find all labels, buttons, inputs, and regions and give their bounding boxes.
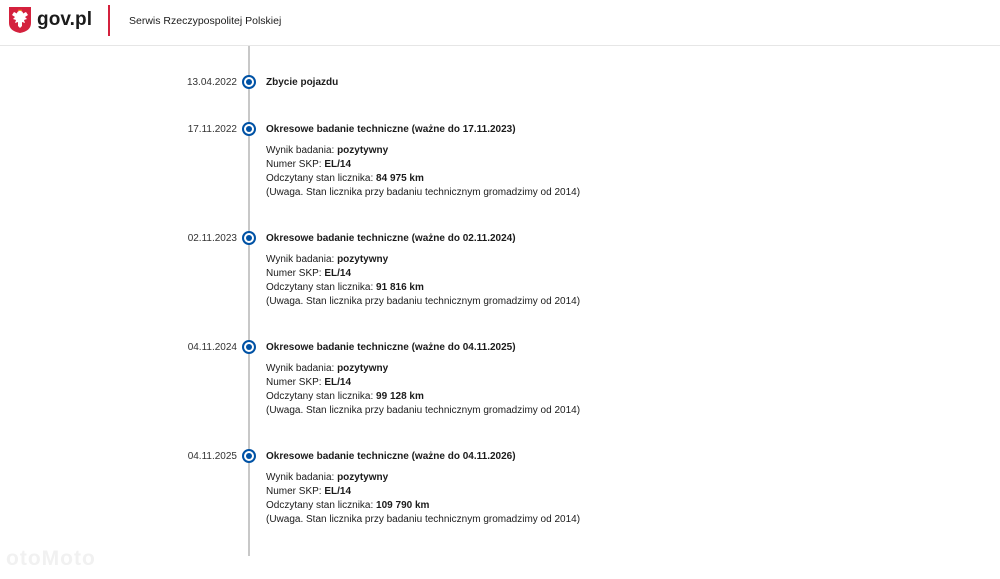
event-date: 04.11.2024 — [187, 342, 237, 353]
odometer-line: Odczytany stan licznika: 109 790 km — [266, 499, 580, 513]
service-name: Serwis Rzeczypospolitej Polskiej — [129, 15, 282, 27]
odometer-value: 99 128 km — [376, 391, 424, 402]
timeline-dot-icon — [242, 122, 256, 136]
result-line: Wynik badania: pozytywny — [266, 144, 580, 158]
event-title: Okresowe badanie techniczne (ważne do 17… — [266, 124, 516, 135]
result-label: Wynik badania: — [266, 145, 335, 156]
odometer-line: Odczytany stan licznika: 91 816 km — [266, 281, 580, 295]
result-value: pozytywny — [337, 363, 389, 374]
result-value: pozytywny — [337, 145, 389, 156]
skp-line: Numer SKP: EL/14 — [266, 485, 580, 499]
event-date: 13.04.2022 — [186, 77, 237, 88]
skp-value: EL/14 — [324, 486, 352, 497]
result-label: Wynik badania: — [266, 472, 335, 483]
event-title: Zbycie pojazdu — [266, 77, 339, 88]
timeline-dot-icon — [242, 231, 256, 245]
event-date: 04.11.2025 — [187, 451, 237, 462]
event-title: Okresowe badanie techniczne (ważne do 02… — [266, 233, 516, 244]
odometer-label: Odczytany stan licznika: — [266, 173, 374, 184]
odometer-line: Odczytany stan licznika: 99 128 km — [266, 390, 580, 404]
result-label: Wynik badania: — [266, 254, 335, 265]
odometer-note: (Uwaga. Stan licznika przy badaniu techn… — [266, 296, 581, 307]
odometer-label: Odczytany stan licznika: — [266, 282, 374, 293]
skp-value: EL/14 — [324, 268, 352, 279]
odometer-label: Odczytany stan licznika: — [266, 391, 374, 402]
result-label: Wynik badania: — [266, 363, 335, 374]
skp-label: Numer SKP: — [266, 159, 322, 170]
result-value: pozytywny — [337, 254, 389, 265]
timeline-dot-icon — [242, 340, 256, 354]
event-date: 02.11.2023 — [187, 233, 237, 244]
event-title: Okresowe badanie techniczne (ważne do 04… — [266, 342, 516, 353]
skp-label: Numer SKP: — [266, 268, 322, 279]
event-details: Wynik badania: pozytywny Numer SKP: EL/1… — [266, 253, 580, 309]
result-line: Wynik badania: pozytywny — [266, 362, 580, 376]
odometer-value: 84 975 km — [376, 173, 424, 184]
site-header: gov.pl Serwis Rzeczypospolitej Polskiej — [0, 0, 1000, 46]
skp-value: EL/14 — [324, 377, 352, 388]
skp-label: Numer SKP: — [266, 486, 322, 497]
skp-value: EL/14 — [324, 159, 352, 170]
event-title: Okresowe badanie techniczne (ważne do 04… — [266, 451, 516, 462]
event-details: Wynik badania: pozytywny Numer SKP: EL/1… — [266, 471, 580, 527]
odometer-note: (Uwaga. Stan licznika przy badaniu techn… — [266, 187, 581, 198]
odometer-value: 109 790 km — [376, 500, 430, 511]
polish-eagle-emblem-icon — [9, 7, 31, 33]
odometer-note: (Uwaga. Stan licznika przy badaniu techn… — [266, 405, 581, 416]
event-date: 17.11.2022 — [187, 124, 237, 135]
otomoto-watermark: otoMoto — [6, 547, 96, 570]
event-details: Wynik badania: pozytywny Numer SKP: EL/1… — [266, 362, 580, 418]
header-divider — [108, 5, 110, 36]
timeline-dot-icon — [242, 75, 256, 89]
result-value: pozytywny — [337, 472, 389, 483]
odometer-label: Odczytany stan licznika: — [266, 500, 374, 511]
odometer-line: Odczytany stan licznika: 84 975 km — [266, 172, 580, 186]
result-line: Wynik badania: pozytywny — [266, 253, 580, 267]
odometer-value: 91 816 km — [376, 282, 424, 293]
skp-label: Numer SKP: — [266, 377, 322, 388]
result-line: Wynik badania: pozytywny — [266, 471, 580, 485]
skp-line: Numer SKP: EL/14 — [266, 267, 580, 281]
event-details: Wynik badania: pozytywny Numer SKP: EL/1… — [266, 144, 580, 200]
logo-text: gov.pl — [37, 9, 93, 30]
timeline-dot-icon — [242, 449, 256, 463]
gov-pl-logo-link[interactable]: gov.pl — [8, 6, 92, 34]
odometer-note: (Uwaga. Stan licznika przy badaniu techn… — [266, 514, 581, 525]
skp-line: Numer SKP: EL/14 — [266, 376, 580, 390]
skp-line: Numer SKP: EL/14 — [266, 158, 580, 172]
